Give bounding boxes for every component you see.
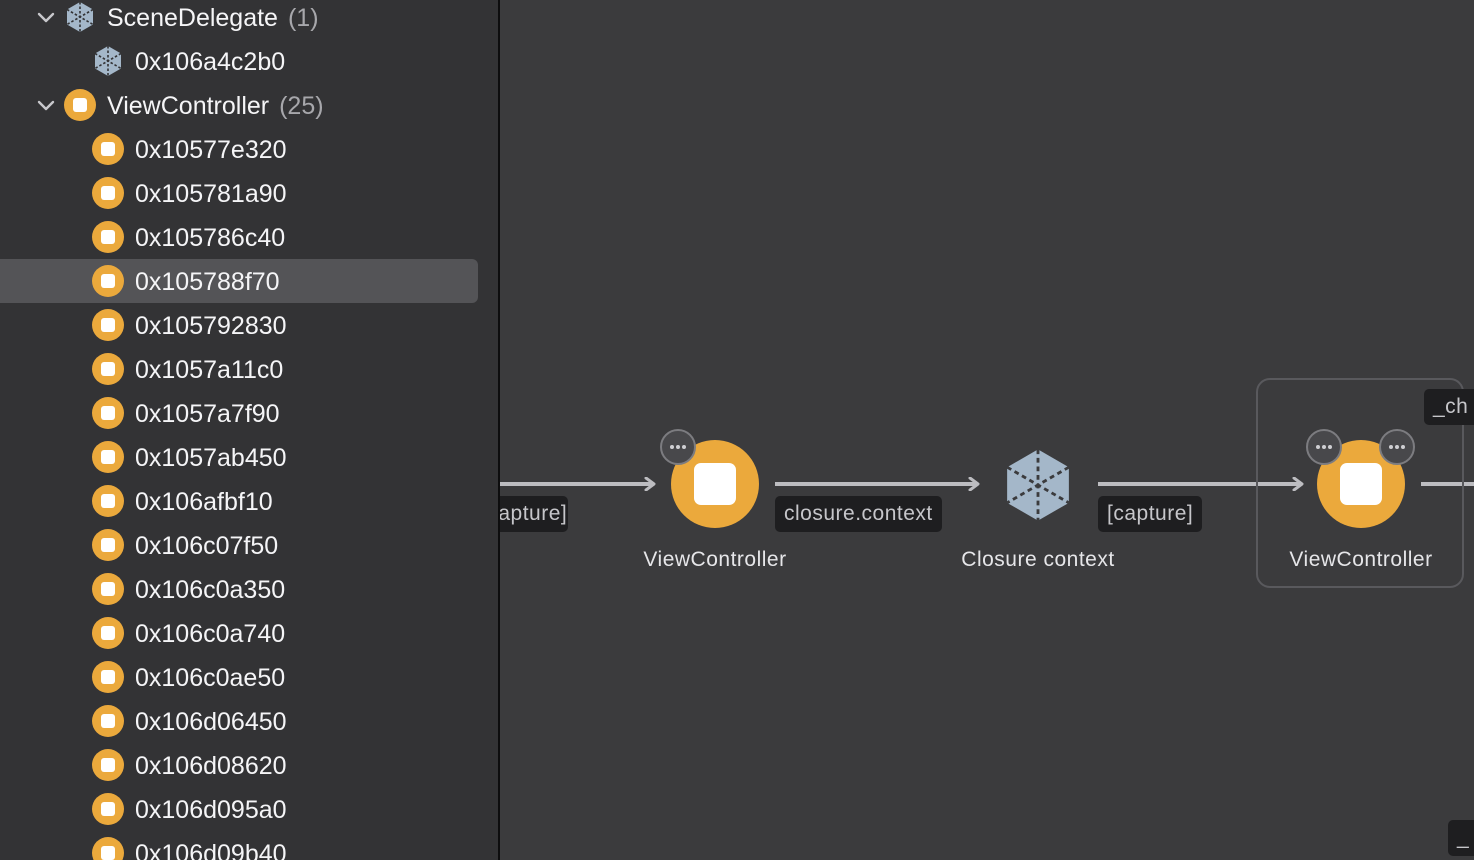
tree-item-selected[interactable]: 0x105788f70 xyxy=(0,259,498,303)
tree-item[interactable]: 0x106c0a350 xyxy=(0,567,498,611)
tree-item[interactable]: 0x106c07f50 xyxy=(0,523,498,567)
object-tree: SceneDelegate (1) 0x106a4c2b0 ViewContro… xyxy=(0,0,498,860)
tree-item-address: 0x106c07f50 xyxy=(135,532,279,560)
tree-item-address: 0x105792830 xyxy=(135,312,287,340)
tree-item-address: 0x1057a11c0 xyxy=(135,356,284,384)
chevron-down-icon[interactable] xyxy=(36,96,56,116)
closure-context-node-icon[interactable] xyxy=(1000,445,1076,525)
view-controller-icon xyxy=(92,485,124,517)
tree-item-address: 0x106d08620 xyxy=(135,752,287,780)
tree-item-address: 0x106d06450 xyxy=(135,708,287,736)
tree-group-viewcontroller[interactable]: ViewController (25) xyxy=(0,83,498,127)
view-controller-icon xyxy=(92,749,124,781)
view-controller-icon xyxy=(92,353,124,385)
tree-item-address: 0x106d095a0 xyxy=(135,796,287,824)
memory-graph-canvas[interactable]: [capture] ViewController closure.context… xyxy=(500,0,1474,860)
tree-item[interactable]: 0x106d08620 xyxy=(0,743,498,787)
edge-label-bottom[interactable]: _ xyxy=(1448,820,1474,856)
tree-item[interactable]: 0x106c0ae50 xyxy=(0,655,498,699)
edge-label-closure-context[interactable]: closure.context xyxy=(775,496,942,532)
more-options-icon[interactable] xyxy=(660,429,696,465)
tree-item-address: 0x105788f70 xyxy=(135,268,280,296)
tree-item-address: 0x106c0ae50 xyxy=(135,664,286,692)
tree-item-address: 0x106d09b40 xyxy=(135,840,287,860)
tree-item[interactable]: 0x1057a11c0 xyxy=(0,347,498,391)
more-options-icon[interactable] xyxy=(1306,429,1342,465)
tree-item[interactable]: 0x1057a7f90 xyxy=(0,391,498,435)
view-controller-icon xyxy=(92,573,124,605)
node-label-closure-context: Closure context xyxy=(961,548,1115,571)
tree-item[interactable]: 0x106d09b40 xyxy=(0,831,498,860)
tree-group-scenedelegate[interactable]: SceneDelegate (1) xyxy=(0,0,498,39)
tree-item[interactable]: 0x106afbf10 xyxy=(0,479,498,523)
tree-item-address: 0x106a4c2b0 xyxy=(135,48,286,76)
edge-label-left-capture[interactable]: [capture] xyxy=(500,496,568,532)
view-controller-icon xyxy=(64,89,96,121)
more-options-icon[interactable] xyxy=(1379,429,1415,465)
view-controller-icon xyxy=(92,265,124,297)
tree-item-address: 0x106afbf10 xyxy=(135,488,273,516)
tree-item[interactable]: 0x106a4c2b0 xyxy=(0,39,498,83)
view-controller-icon xyxy=(92,793,124,825)
tree-group-label: ViewController (25) xyxy=(107,92,324,120)
view-controller-icon xyxy=(92,221,124,253)
tree-item-address: 0x106c0a740 xyxy=(135,620,286,648)
view-controller-icon xyxy=(92,661,124,693)
tree-item[interactable]: 0x106d095a0 xyxy=(0,787,498,831)
view-controller-icon xyxy=(92,617,124,649)
node-label-view-controller-left: ViewController xyxy=(643,548,787,571)
edge-label-capture[interactable]: [capture] xyxy=(1098,496,1203,532)
tree-item[interactable]: 0x106c0a740 xyxy=(0,611,498,655)
memory-graph-window: SceneDelegate (1) 0x106a4c2b0 ViewContro… xyxy=(0,0,1474,860)
view-controller-icon xyxy=(92,309,124,341)
view-controller-icon xyxy=(92,705,124,737)
view-controller-icon xyxy=(92,133,124,165)
tree-item-address: 0x105786c40 xyxy=(135,224,286,252)
tree-item[interactable]: 0x10577e320 xyxy=(0,127,498,171)
tree-item-address: 0x105781a90 xyxy=(135,180,287,208)
node-label-view-controller-right: ViewController xyxy=(1289,548,1433,571)
view-controller-icon xyxy=(92,177,124,209)
tree-item-address: 0x10577e320 xyxy=(135,136,287,164)
tree-item-address: 0x1057ab450 xyxy=(135,444,287,472)
memory-graph-navigator: SceneDelegate (1) 0x106a4c2b0 ViewContro… xyxy=(0,0,498,860)
edge-label-right[interactable]: _ch xyxy=(1424,389,1474,425)
tree-item-address: 0x1057a7f90 xyxy=(135,400,280,428)
closure-hexagon-icon xyxy=(66,2,94,32)
closure-hexagon-icon xyxy=(94,46,122,76)
chevron-down-icon[interactable] xyxy=(36,8,56,28)
tree-item[interactable]: 0x105781a90 xyxy=(0,171,498,215)
tree-group-label: SceneDelegate (1) xyxy=(107,4,319,32)
view-controller-icon xyxy=(92,397,124,429)
tree-item[interactable]: 0x105786c40 xyxy=(0,215,498,259)
tree-item[interactable]: 0x106d06450 xyxy=(0,699,498,743)
view-controller-icon xyxy=(92,529,124,561)
tree-item[interactable]: 0x105792830 xyxy=(0,303,498,347)
view-controller-icon xyxy=(92,837,124,860)
tree-item-address: 0x106c0a350 xyxy=(135,576,286,604)
view-controller-icon xyxy=(92,441,124,473)
tree-item[interactable]: 0x1057ab450 xyxy=(0,435,498,479)
